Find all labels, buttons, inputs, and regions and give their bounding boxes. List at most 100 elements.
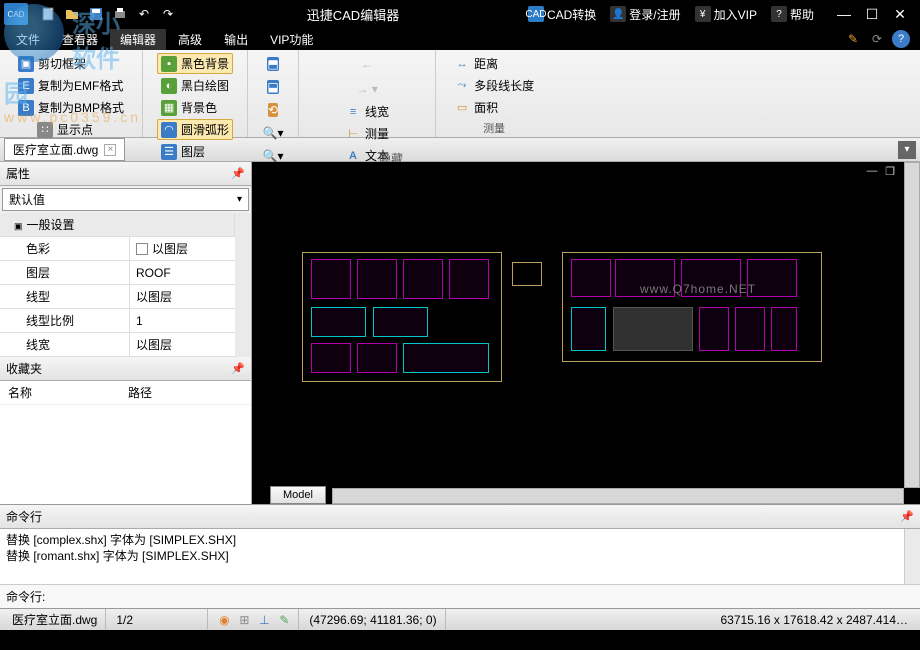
close-tab-icon[interactable]: × [104, 144, 116, 156]
lineweight-button[interactable]: ≡线宽 [341, 101, 393, 122]
ruler-icon: ⊢ [345, 126, 361, 142]
drawing-block-right [562, 252, 822, 362]
prop-row-linetype[interactable]: 线型以图层 [0, 285, 235, 309]
status-icon-2[interactable]: ⊞ [236, 612, 252, 628]
new-file-icon[interactable] [38, 4, 58, 24]
canvas-restore-icon[interactable]: ❐ [882, 164, 898, 178]
tab-overflow-icon[interactable]: ▾ [898, 141, 916, 159]
command-history[interactable]: 替换 [complex.shx] 字体为 [SIMPLEX.SHX] 替换 [r… [0, 529, 904, 584]
area-button[interactable]: ▭面积 [450, 97, 538, 118]
command-input[interactable] [51, 590, 914, 604]
favorites-col-name: 名称 [8, 384, 128, 401]
info-icon[interactable]: ? [892, 30, 910, 48]
save-icon[interactable] [86, 4, 106, 24]
close-button[interactable]: ✕ [888, 4, 912, 24]
prop-row-layer[interactable]: 图层ROOF [0, 261, 235, 285]
menu-vip[interactable]: VIP功能 [260, 29, 323, 50]
properties-filter-combo[interactable]: 默认值▾ [2, 188, 249, 211]
bmp-icon: B [18, 100, 34, 116]
cad-convert-icon: CAD [528, 6, 544, 22]
copy-bmp-button[interactable]: B复制为BMP格式 [14, 97, 128, 118]
quick-access-toolbar: ↶ ↷ [32, 4, 184, 24]
status-icon-1[interactable]: ◉ [216, 612, 232, 628]
command-title: 命令行 [6, 508, 42, 525]
menu-editor[interactable]: 编辑器 [110, 29, 166, 50]
black-bg-icon: ▪ [161, 56, 177, 72]
copy-emf-button[interactable]: E复制为EMF格式 [14, 75, 128, 96]
bg-color-button[interactable]: ▦背景色 [157, 97, 233, 118]
show-points-button[interactable]: ∷显示点 [33, 119, 109, 140]
pos-icon-3[interactable]: ⟲ [262, 99, 284, 121]
color-swatch-icon [136, 243, 148, 255]
favorites-list: 名称 路径 [0, 381, 251, 504]
canvas-scrollbar-h[interactable] [332, 488, 904, 504]
prop-section-general[interactable]: ▣一般设置 [0, 213, 235, 237]
pin-icon-cmd[interactable]: 📌 [900, 510, 914, 523]
cad-convert-button[interactable]: CADCAD转换 [522, 4, 602, 25]
pin-icon[interactable]: 📌 [231, 167, 245, 180]
feedback-icon[interactable]: ✎ [844, 30, 862, 48]
login-button[interactable]: 👤登录/注册 [604, 4, 686, 25]
status-bar: 医疗室立面.dwg 1/2 ◉ ⊞ ⊥ ✎ (47296.69; 41181.3… [0, 608, 920, 630]
pos-icon-1[interactable]: ⬒ [262, 53, 284, 75]
bw-draw-button[interactable]: ◐黑白绘图 [157, 75, 233, 96]
prop-row-lineweight[interactable]: 线宽以图层 [0, 333, 235, 357]
command-prompt-label: 命令行: [6, 588, 45, 605]
measure-button[interactable]: ⊢测量 [341, 123, 393, 144]
black-bg-button[interactable]: ▪黑色背景 [157, 53, 233, 74]
model-tab[interactable]: Model [270, 486, 326, 504]
layers-button[interactable]: ☰图层 [157, 141, 233, 162]
canvas-scrollbar-v[interactable] [904, 162, 920, 488]
menu-advanced[interactable]: 高级 [168, 29, 212, 50]
prop-row-color[interactable]: 色彩以图层 [0, 237, 235, 261]
left-panel: 属性 📌 默认值▾ ▣一般设置 色彩以图层 图层ROOF 线型以图层 线型比例1… [0, 162, 252, 504]
title-bar: CAD ↶ ↷ 迅捷CAD编辑器 CADCAD转换 👤登录/注册 ¥加入VIP … [0, 0, 920, 28]
vip-button[interactable]: ¥加入VIP [689, 4, 763, 25]
chevron-down-icon: ▾ [237, 194, 242, 205]
minimize-button[interactable]: — [832, 4, 856, 24]
polyline-len-button[interactable]: ⤳多段线长度 [450, 75, 538, 96]
nav-fwd-icon[interactable]: → ▾ [356, 78, 378, 100]
distance-button[interactable]: ↔距离 [450, 53, 538, 74]
menu-viewer[interactable]: 查看器 [52, 29, 108, 50]
command-scrollbar[interactable] [904, 529, 920, 584]
maximize-button[interactable]: ☐ [860, 4, 884, 24]
status-filename: 医疗室立面.dwg [4, 609, 106, 630]
status-coords: (47296.69; 41181.36; 0) [301, 609, 445, 630]
file-tab-strip: 医疗室立面.dwg × ▾ [0, 138, 920, 162]
menu-file[interactable]: 文件 [6, 29, 50, 50]
drawing-block-left [302, 252, 502, 382]
status-icon-4[interactable]: ✎ [276, 612, 292, 628]
help-button[interactable]: ?帮助 [765, 4, 820, 25]
smooth-arc-button[interactable]: ◠圆滑弧形 [157, 119, 233, 140]
layers-icon: ☰ [161, 144, 177, 160]
arc-icon: ◠ [161, 122, 177, 138]
pos-icon-2[interactable]: ⬓ [262, 76, 284, 98]
ribbon: ▣剪切框架 E复制为EMF格式 B复制为BMP格式 ∷显示点 🔍查找文字 ▭修剪… [0, 50, 920, 138]
properties-panel-header: 属性 📌 [0, 162, 251, 186]
canvas-minimize-icon[interactable]: — [864, 164, 880, 178]
ribbon-group-measure: ↔距离 ⤳多段线长度 ▭面积 测量 [436, 50, 552, 137]
status-page: 1/2 [108, 609, 208, 630]
crop-icon: ▣ [18, 56, 34, 72]
undo-icon[interactable]: ↶ [134, 4, 154, 24]
print-icon[interactable] [110, 4, 130, 24]
crop-frame-button[interactable]: ▣剪切框架 [14, 53, 128, 74]
ribbon-group-browse: ← → ▾ ≡线宽 ⊢测量 A文本 隐藏浏览 [299, 50, 436, 137]
drawing-canvas[interactable]: — ❐ ✕ www.Q7home.N [252, 162, 920, 504]
group-label-measure: 测量 [444, 118, 544, 138]
zoom-in-icon[interactable]: 🔍▾ [262, 122, 284, 144]
prop-row-ltscale[interactable]: 线型比例1 [0, 309, 235, 333]
favorites-title: 收藏夹 [6, 360, 42, 377]
nav-back-icon[interactable]: ← [356, 53, 378, 75]
pin-icon-fav[interactable]: 📌 [231, 362, 245, 375]
open-file-icon[interactable] [62, 4, 82, 24]
properties-scrollbar[interactable] [235, 213, 251, 357]
redo-icon[interactable]: ↷ [158, 4, 178, 24]
menu-output[interactable]: 输出 [214, 29, 258, 50]
status-icon-3[interactable]: ⊥ [256, 612, 272, 628]
refresh-icon[interactable]: ⟳ [868, 30, 886, 48]
yen-icon: ¥ [695, 6, 711, 22]
file-tab[interactable]: 医疗室立面.dwg × [4, 138, 125, 161]
command-line-1: 替换 [romant.shx] 字体为 [SIMPLEX.SHX] [6, 548, 898, 564]
